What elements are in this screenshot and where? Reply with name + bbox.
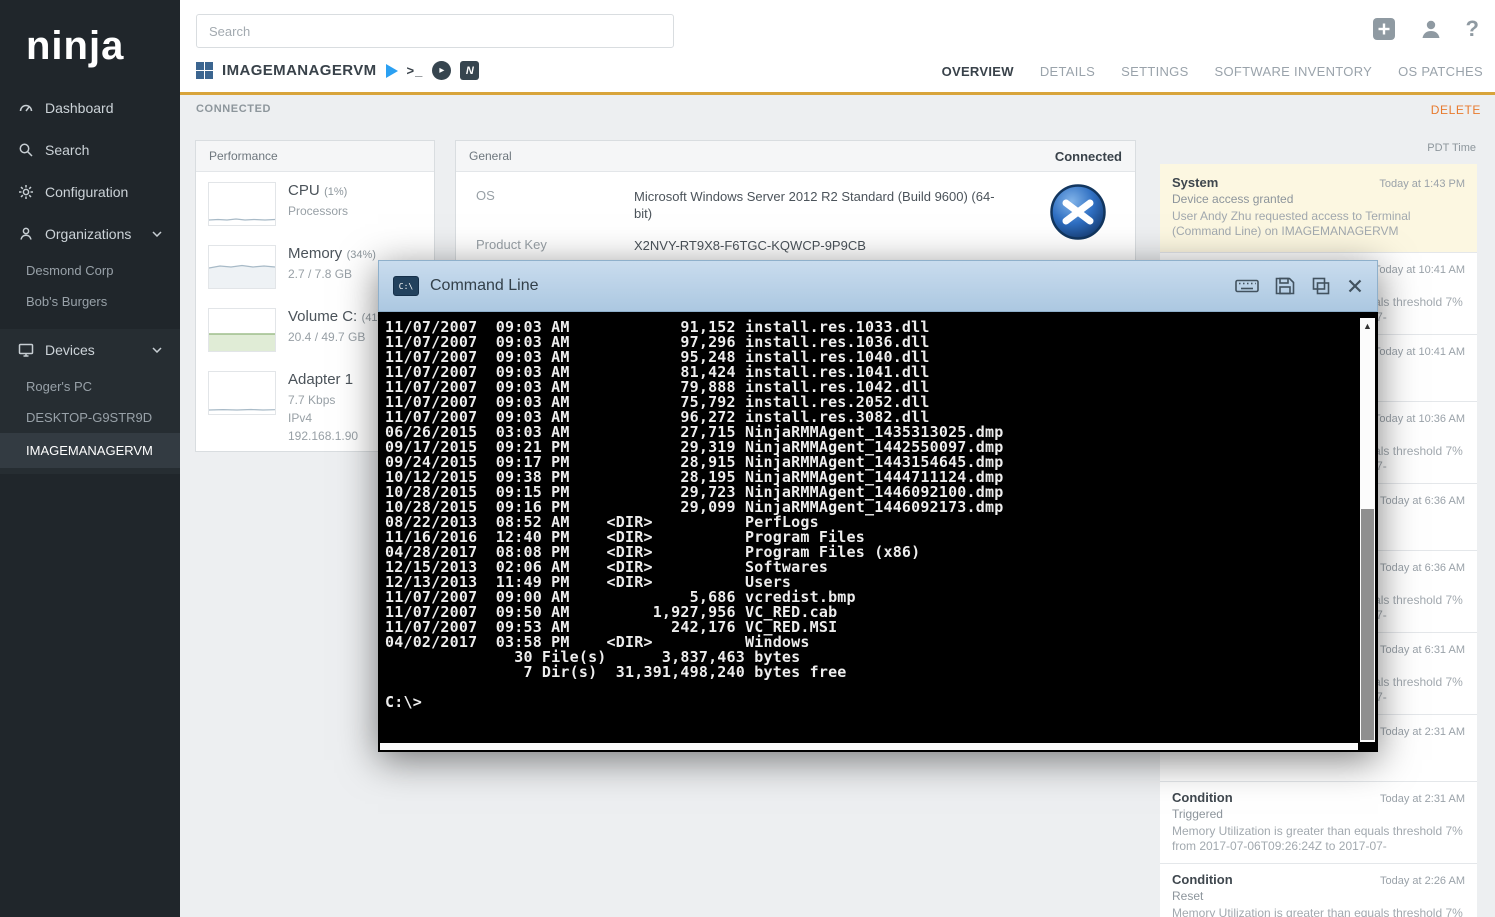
modal-icons [1235,277,1363,295]
gear-icon [18,184,34,200]
copy-icon[interactable] [1311,277,1331,295]
terminal-vertical-scrollbar[interactable]: ▲ [1360,318,1375,742]
sidebar-item-devices[interactable]: Devices [0,329,180,371]
agent-icon[interactable]: N [460,61,479,80]
sidebar: ninja Dashboard Search Configuration Org… [0,0,180,917]
general-field-product-key: Product Key X2NVY-RT9X8-F6TGC-KQWCP-9P9C… [476,237,1115,254]
modal-title: Command Line [430,277,539,295]
windows-server-logo [1049,183,1107,241]
sidebar-item-label: Organizations [45,226,131,242]
perf-metric-detail: 7.7 Kbps [288,393,358,407]
help-icon[interactable]: ? [1466,16,1479,42]
perf-metric-pct: (1%) [324,186,347,198]
performance-title: Performance [209,149,278,163]
tab-software-inventory[interactable]: SOFTWARE INVENTORY [1215,64,1373,79]
timezone-label: PDT Time [1427,142,1476,154]
save-icon[interactable] [1275,277,1295,295]
sidebar-item-search[interactable]: Search [0,129,180,171]
connection-status: CONNECTED [196,103,271,115]
scrollbar-thumb[interactable] [1361,509,1374,740]
field-label: Product Key [476,237,634,254]
adapter-sparkline [208,371,276,415]
remote-session-icon[interactable]: ▸ [432,61,451,80]
user-icon[interactable] [1420,18,1442,40]
feed-card-system[interactable]: System Today at 1:43 PM Device access gra… [1160,164,1477,253]
sidebar-device-imagemanagervm[interactable]: IMAGEMANAGERVM [0,433,180,468]
sidebar-item-label: Configuration [45,184,128,200]
perf-metric-name: Volume C: [288,308,357,325]
sidebar-item-dashboard[interactable]: Dashboard [0,87,180,129]
field-value: X2NVY-RT9X8-F6TGC-KQWCP-9P9CB [634,237,1006,254]
search-input[interactable] [196,14,674,48]
perf-metric-name: Adapter 1 [288,371,353,388]
play-icon[interactable] [386,64,398,78]
sidebar-item-label: Devices [45,342,95,358]
tab-os-patches[interactable]: OS PATCHES [1398,64,1483,79]
dashboard-icon [18,100,34,116]
perf-metric-name: CPU [288,182,320,199]
feed-card-status: Device access granted [1172,192,1465,207]
tab-overview[interactable]: OVERVIEW [942,64,1014,79]
search-icon [18,142,34,158]
sidebar-org-bobs-burgers[interactable]: Bob's Burgers [0,286,180,317]
scroll-up-arrow[interactable]: ▲ [1360,320,1375,332]
perf-metric-detail: 20.4 / 49.7 GB [288,330,391,344]
people-icon [18,226,34,242]
delete-button[interactable]: DELETE [1431,103,1481,117]
monitor-icon [18,342,34,358]
perf-metric-pct: (34%) [347,249,376,261]
sidebar-item-configuration[interactable]: Configuration [0,171,180,213]
sidebar-item-label: Search [45,142,89,158]
terminal-icon[interactable]: >_ [407,63,424,78]
ninja-logo: ninja [0,0,180,87]
windows-flag-icon [196,62,213,79]
perf-metric-detail: 2.7 / 7.8 GB [288,267,376,281]
sidebar-item-organizations[interactable]: Organizations [0,213,180,255]
sidebar-device-rogers-pc[interactable]: Roger's PC [0,371,180,402]
tab-settings[interactable]: SETTINGS [1121,64,1188,79]
device-tabs: OVERVIEW DETAILS SETTINGS SOFTWARE INVEN… [942,64,1483,79]
command-line-modal: C:\ Command Line 11/07/2007 09:03 AM 91,… [378,260,1378,752]
command-prompt-icon: C:\ [393,276,419,296]
devices-group: Devices Roger's PC DESKTOP-G9STR9D IMAGE… [0,329,180,474]
feed-card-message: User Andy Zhu requested access to Termin… [1172,209,1465,239]
device-name: IMAGEMANAGERVM [222,62,377,79]
field-label: OS [476,188,634,222]
general-panel-header: General Connected [456,141,1135,172]
terminal-window[interactable]: 11/07/2007 09:03 AM 91,152 install.res.1… [378,312,1378,752]
sidebar-org-desmond-corp[interactable]: Desmond Corp [0,255,180,286]
terminal-horizontal-scrollbar[interactable] [380,743,1358,750]
perf-metric-detail: Processors [288,204,348,218]
chevron-down-icon [152,231,162,237]
perf-row-cpu[interactable]: CPU (1%) Processors [196,172,434,235]
keyboard-icon[interactable] [1235,277,1259,295]
connected-badge: Connected [1055,149,1122,164]
feed-card-title: System [1172,175,1218,190]
modal-titlebar[interactable]: C:\ Command Line [378,260,1378,312]
terminal-output: 11/07/2007 09:03 AM 91,152 install.res.1… [378,312,1378,718]
volume-sparkline [208,308,276,352]
tab-details[interactable]: DETAILS [1040,64,1095,79]
cpu-sparkline [208,182,276,226]
sidebar-nav: Dashboard Search Configuration Organizat… [0,87,180,474]
feed-card-time: Today at 1:43 PM [1379,178,1465,190]
memory-sparkline [208,245,276,289]
chevron-down-icon [152,347,162,353]
close-icon[interactable] [1347,278,1363,294]
app-window: ninja Dashboard Search Configuration Org… [0,0,1495,917]
general-title: General [469,149,512,163]
performance-panel-header: Performance [196,141,434,172]
top-icons: ? [1372,16,1479,42]
feed-card-condition-reset[interactable]: ConditionToday at 2:26 AM Reset Memory U… [1160,864,1477,917]
add-icon[interactable] [1372,17,1396,41]
sidebar-device-desktop-g9str9d[interactable]: DESKTOP-G9STR9D [0,402,180,433]
field-value: Microsoft Windows Server 2012 R2 Standar… [634,188,1006,222]
top-bar: ? IMAGEMANAGERVM >_ ▸ N OVERVIEW DETAILS… [180,0,1495,95]
sidebar-item-label: Dashboard [45,100,114,116]
perf-metric-name: Memory [288,245,342,262]
general-field-os: OS Microsoft Windows Server 2012 R2 Stan… [476,188,1115,222]
device-header: IMAGEMANAGERVM >_ ▸ N [196,61,479,80]
feed-card-condition-triggered[interactable]: ConditionToday at 2:31 AM Triggered Memo… [1160,782,1477,864]
